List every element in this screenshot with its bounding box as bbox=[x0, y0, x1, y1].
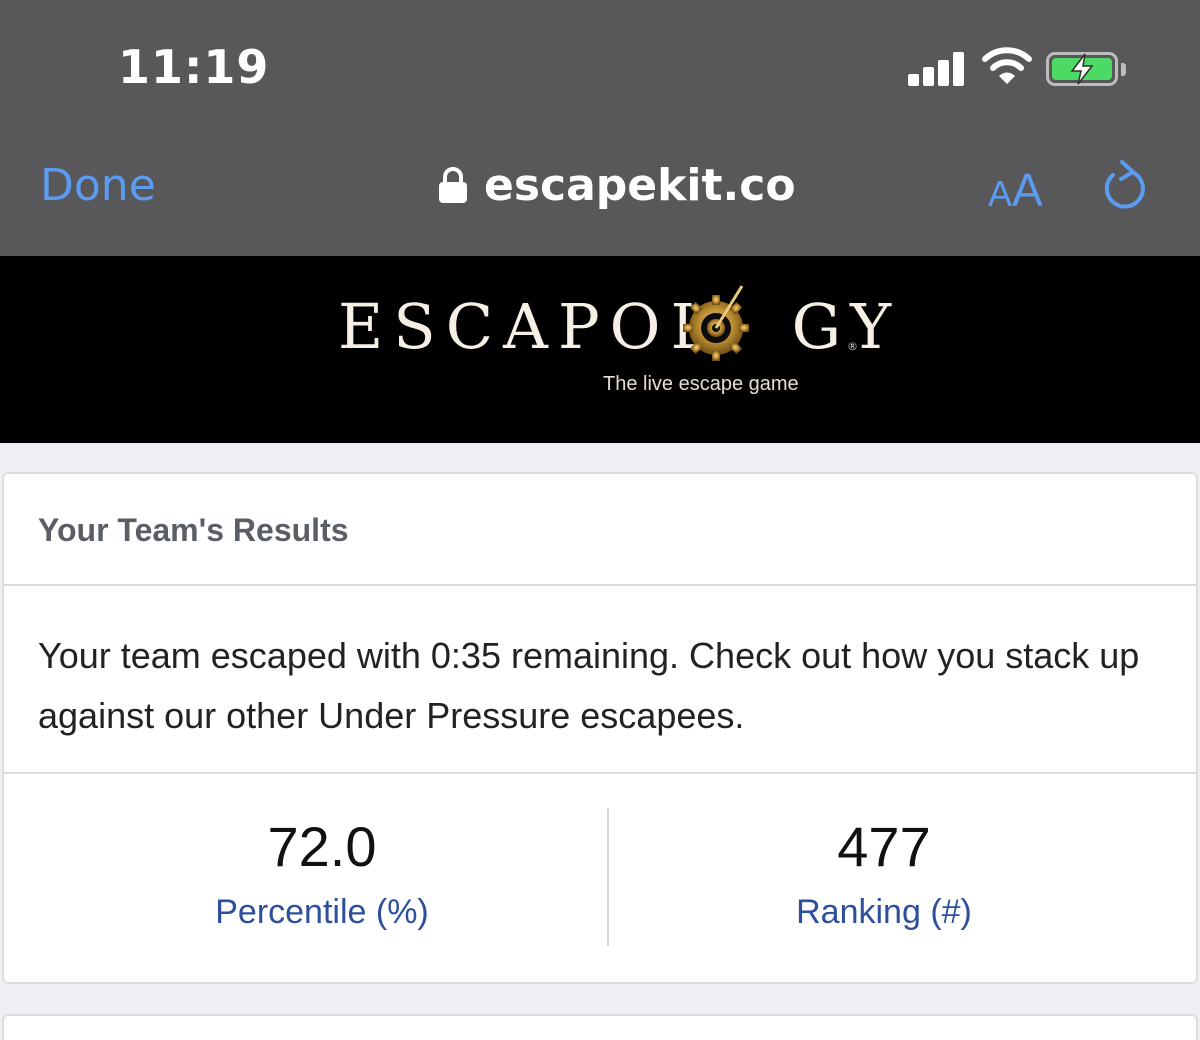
percentile-stat: 72.0 Percentile (%) bbox=[22, 814, 622, 932]
reload-icon[interactable] bbox=[1100, 158, 1150, 214]
battery-tip bbox=[1121, 63, 1126, 76]
lock-icon bbox=[439, 167, 467, 203]
brand-tagline: The live escape game bbox=[603, 373, 799, 395]
next-card bbox=[2, 1014, 1198, 1040]
text-size-button[interactable]: AA bbox=[988, 163, 1043, 217]
results-message: Your team escaped with 0:35 remaining. C… bbox=[38, 635, 1140, 736]
registered-mark: ® bbox=[847, 340, 858, 353]
percentile-label: Percentile (%) bbox=[215, 893, 429, 931]
text-size-big-a: A bbox=[1012, 164, 1043, 216]
results-card: Your Team's Results Your team escaped wi… bbox=[2, 472, 1198, 984]
status-time: 11:19 bbox=[118, 40, 270, 94]
brand-logo[interactable]: ESCAPOL GY bbox=[338, 290, 901, 363]
ranking-value: 477 bbox=[837, 815, 931, 878]
browser-chrome bbox=[0, 0, 1200, 256]
card-header: Your Team's Results bbox=[4, 474, 1196, 586]
card-body: Your team escaped with 0:35 remaining. C… bbox=[4, 586, 1196, 774]
battery-charging-icon bbox=[1046, 52, 1118, 86]
percentile-value: 72.0 bbox=[267, 815, 377, 878]
ranking-stat: 477 Ranking (#) bbox=[584, 814, 1184, 932]
brand-name-start: ESCAPOL bbox=[338, 290, 722, 363]
results-title: Your Team's Results bbox=[38, 512, 349, 548]
gear-icon bbox=[683, 285, 749, 361]
wifi-icon bbox=[982, 47, 1032, 84]
text-size-small-a: A bbox=[988, 173, 1013, 214]
address-url[interactable]: escapekit.co bbox=[484, 160, 796, 211]
ranking-label: Ranking (#) bbox=[796, 893, 972, 931]
results-stats: 72.0 Percentile (%) 477 Ranking (#) bbox=[4, 774, 1196, 984]
done-button[interactable]: Done bbox=[40, 160, 156, 211]
cellular-signal-icon bbox=[908, 52, 966, 86]
